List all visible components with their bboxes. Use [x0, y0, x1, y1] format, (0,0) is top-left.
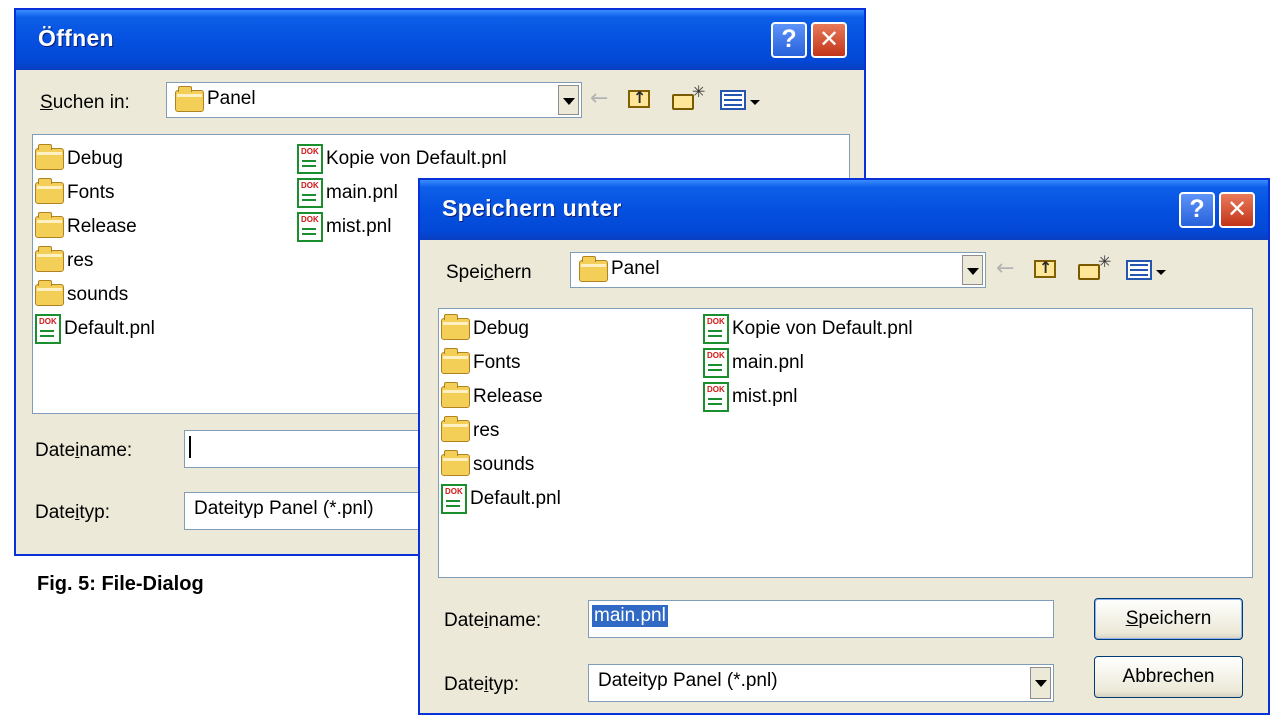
open-dialog-title: Öffnen [38, 25, 114, 51]
view-menu-caret-icon [1156, 270, 1166, 275]
look-in-label: Suchen in: [40, 92, 130, 113]
list-item[interactable]: main.pnl [703, 348, 804, 378]
figure-caption: Fig. 5: File-Dialog [37, 573, 204, 595]
save-button[interactable]: Speichern [1094, 598, 1243, 640]
filename-label: Dateiname: [444, 610, 542, 631]
list-item[interactable]: main.pnl [297, 178, 398, 208]
list-item[interactable]: Release [35, 212, 137, 241]
folder-icon [441, 382, 470, 408]
list-item[interactable]: res [35, 246, 93, 275]
filename-value: main.pnl [592, 605, 668, 627]
view-menu-icon[interactable] [720, 90, 746, 110]
pnl-document-icon [297, 178, 323, 208]
open-dialog-titlebar[interactable]: Öffnen ? ✕ [16, 10, 864, 70]
new-folder-spark-icon: ✳ [692, 82, 706, 101]
list-item[interactable]: Kopie von Default.pnl [703, 314, 913, 344]
save-dialog: Speichern unter ? ✕ Speichern Panel ← ✳ … [418, 178, 1270, 715]
folder-icon [35, 280, 64, 306]
list-item[interactable]: Default.pnl [35, 314, 155, 344]
close-button[interactable]: ✕ [1219, 192, 1255, 228]
folder-icon [35, 178, 64, 204]
filetype-label: Dateityp: [35, 502, 110, 523]
filetype-combo[interactable]: Dateityp Panel (*.pnl) [588, 664, 1054, 702]
pnl-document-icon [35, 314, 61, 344]
list-item[interactable]: Release [441, 382, 543, 411]
folder-icon [579, 256, 608, 282]
folder-icon [441, 348, 470, 374]
close-button[interactable]: ✕ [811, 22, 847, 58]
save-file-list[interactable]: Debug Fonts Release res sounds Default.p… [438, 308, 1253, 578]
look-in-value: Panel [207, 88, 256, 109]
folder-icon [35, 246, 64, 272]
save-dialog-titlebar[interactable]: Speichern unter ? ✕ [420, 180, 1268, 240]
list-item[interactable]: sounds [441, 450, 534, 479]
save-in-value: Panel [611, 258, 660, 279]
list-item[interactable]: Debug [441, 314, 529, 343]
folder-icon [441, 314, 470, 340]
save-in-dropdown-button[interactable] [962, 255, 983, 285]
save-dialog-title: Speichern unter [442, 195, 622, 221]
pnl-document-icon [297, 144, 323, 174]
folder-icon [175, 86, 204, 112]
folder-icon [441, 416, 470, 442]
help-button[interactable]: ? [1179, 192, 1215, 228]
folder-icon [35, 212, 64, 238]
view-menu-caret-icon [750, 100, 760, 105]
filename-label: Dateiname: [35, 440, 133, 461]
list-item[interactable]: Default.pnl [441, 484, 561, 514]
pnl-document-icon [441, 484, 467, 514]
back-arrow-icon[interactable]: ← [590, 86, 608, 111]
folder-icon [35, 144, 64, 170]
filetype-label: Dateityp: [444, 674, 519, 695]
view-menu-icon[interactable] [1126, 260, 1152, 280]
filetype-value: Dateityp Panel (*.pnl) [194, 498, 374, 519]
new-folder-icon[interactable] [672, 94, 694, 110]
pnl-document-icon [703, 314, 729, 344]
list-item[interactable]: sounds [35, 280, 128, 309]
filetype-value: Dateityp Panel (*.pnl) [598, 670, 778, 691]
filename-field[interactable]: main.pnl [588, 600, 1054, 638]
pnl-document-icon [703, 348, 729, 378]
look-in-combo[interactable]: Panel [166, 82, 582, 118]
list-item[interactable]: mist.pnl [297, 212, 391, 242]
list-item[interactable]: Debug [35, 144, 123, 173]
save-in-label: Speichern [446, 262, 532, 283]
list-item[interactable]: Fonts [441, 348, 521, 377]
folder-up-icon[interactable] [1034, 258, 1056, 278]
list-item[interactable]: Kopie von Default.pnl [297, 144, 507, 174]
list-item[interactable]: Fonts [35, 178, 115, 207]
save-in-combo[interactable]: Panel [570, 252, 986, 288]
new-folder-icon[interactable] [1078, 264, 1100, 280]
folder-icon [441, 450, 470, 476]
text-caret [189, 436, 191, 458]
look-in-dropdown-button[interactable] [558, 85, 579, 115]
list-item[interactable]: res [441, 416, 499, 445]
back-arrow-icon[interactable]: ← [996, 256, 1014, 281]
new-folder-spark-icon: ✳ [1098, 252, 1112, 271]
help-button[interactable]: ? [771, 22, 807, 58]
list-item[interactable]: mist.pnl [703, 382, 797, 412]
folder-up-icon[interactable] [628, 88, 650, 108]
pnl-document-icon [703, 382, 729, 412]
cancel-button[interactable]: Abbrechen [1094, 656, 1243, 698]
pnl-document-icon [297, 212, 323, 242]
filetype-dropdown-button[interactable] [1030, 667, 1051, 699]
